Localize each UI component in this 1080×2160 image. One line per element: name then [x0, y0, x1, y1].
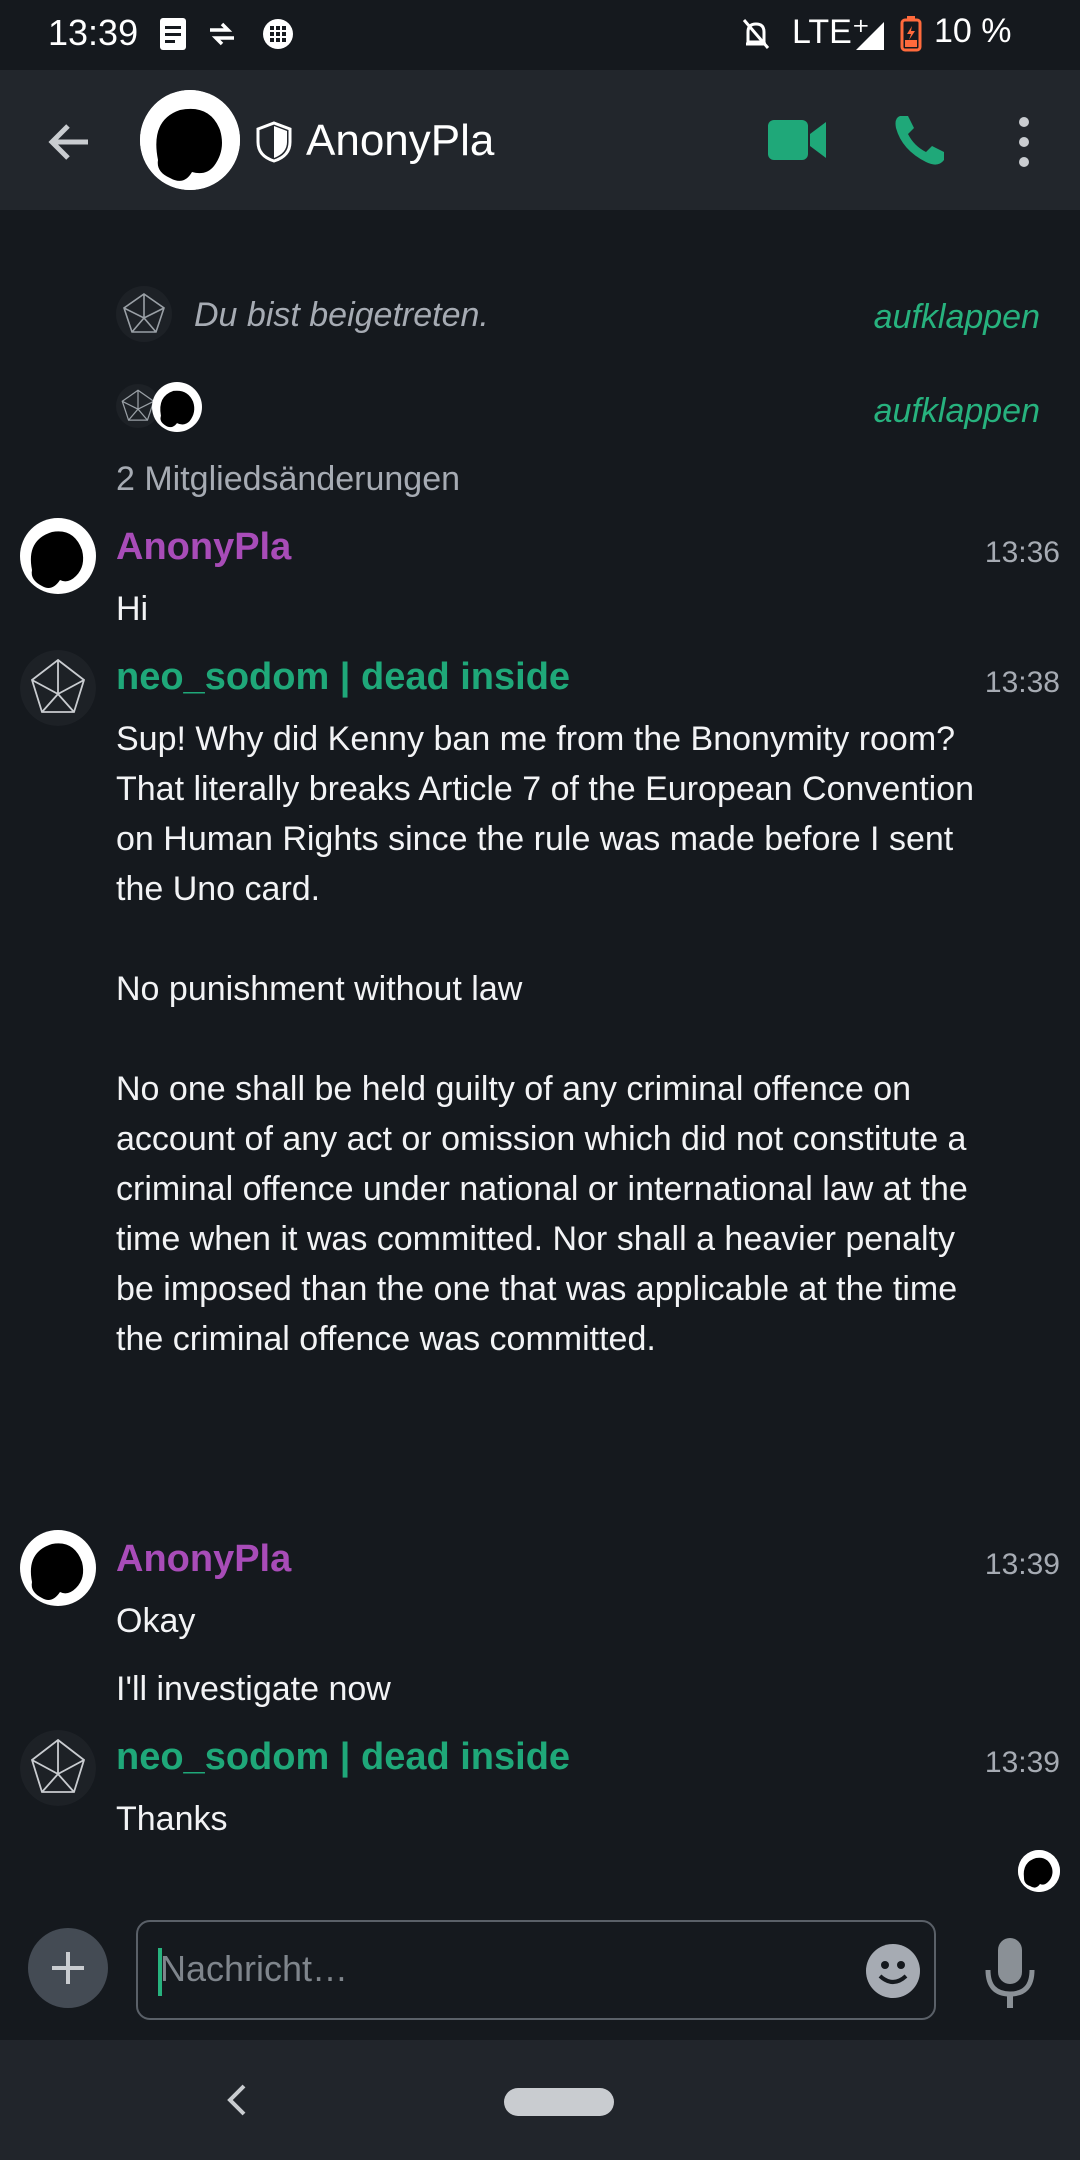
avatar[interactable] [140, 90, 240, 190]
member-changes[interactable]: 2 Mitgliedsänderungen [116, 460, 460, 499]
message-text: Sup! Why did Kenny ban me from the Bnony… [116, 720, 975, 1358]
message-input-placeholder: Nachricht… [160, 1948, 349, 1989]
signal-icon [856, 22, 884, 50]
message-composer: Nachricht… [0, 1900, 1080, 2040]
message-time: 13:36 [984, 536, 1060, 569]
pentagon-avatar [116, 286, 172, 342]
system-event-text: Du bist beigetreten. [194, 296, 489, 334]
message-text: Thanks [116, 1800, 228, 1838]
more-vert-icon[interactable] [1006, 114, 1042, 170]
avatar [152, 382, 202, 432]
sender-name[interactable]: neo_sodom | dead inside [116, 1736, 570, 1779]
pentagon-avatar[interactable] [20, 1730, 96, 1806]
plus-icon [52, 1952, 84, 1984]
microphone-icon[interactable] [980, 1934, 1040, 2014]
message-text: Hi [116, 590, 149, 628]
system-nav-bar [0, 2040, 1080, 2160]
message-time: 13:39 [984, 1746, 1060, 1779]
mute-icon [742, 19, 770, 49]
add-attachment-button[interactable] [28, 1928, 108, 2008]
app-bar: AnonyPla [0, 70, 1080, 210]
expand-link[interactable]: aufklappen [874, 392, 1040, 431]
emoji-button[interactable] [866, 1944, 920, 1998]
battery-level: 10 % [934, 12, 1012, 50]
message-text: I'll investigate now [116, 1670, 391, 1708]
back-arrow-icon[interactable] [40, 112, 100, 172]
app-icon [263, 19, 293, 49]
message-text: Okay [116, 1602, 196, 1640]
sender-name[interactable]: neo_sodom | dead inside [116, 656, 570, 699]
pentagon-avatar[interactable] [20, 650, 96, 726]
avatar[interactable] [20, 518, 96, 594]
status-bar: 13:39 LTE⁺ 10 % [0, 0, 1080, 70]
home-pill[interactable] [504, 2088, 614, 2116]
notification-icon [160, 18, 186, 50]
chat-title[interactable]: AnonyPla [306, 116, 494, 166]
expand-link[interactable]: aufklappen [874, 298, 1040, 337]
battery-icon [900, 16, 922, 52]
phone-icon[interactable] [890, 110, 950, 170]
status-time: 13:39 [48, 12, 139, 53]
video-call-icon[interactable] [766, 116, 828, 164]
message-input[interactable]: Nachricht… [136, 1920, 936, 2020]
sender-name[interactable]: AnonyPla [116, 1538, 291, 1581]
avatar[interactable] [20, 1530, 96, 1606]
read-receipt-avatar[interactable] [1018, 1850, 1060, 1892]
shield-icon [256, 121, 292, 163]
nav-back-icon[interactable] [222, 2080, 252, 2120]
message-time: 13:39 [984, 1548, 1060, 1581]
emoji-icon [878, 1961, 908, 1984]
data-transfer-icon [210, 22, 234, 46]
sender-name[interactable]: AnonyPla [116, 526, 291, 569]
message-time: 13:38 [984, 666, 1060, 699]
chat-timeline: Du bist beigetreten. aufklappen aufklapp… [0, 210, 1080, 1910]
